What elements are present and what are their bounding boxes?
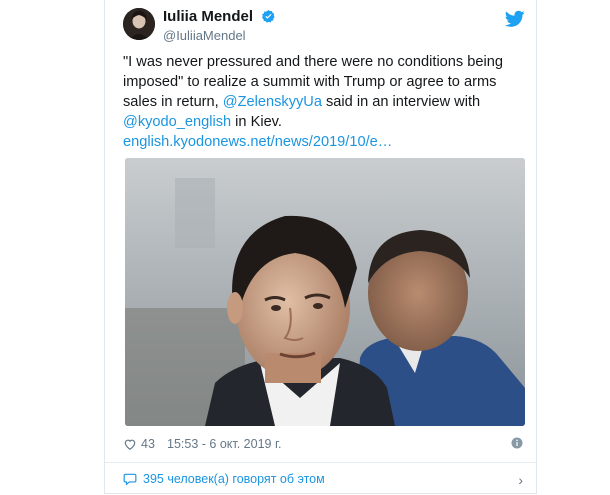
tweet-header: Iuliia Mendel @IuliiaMendel	[123, 8, 525, 44]
chevron-right-icon[interactable]: ›	[518, 472, 523, 488]
author-names[interactable]: Iuliia Mendel @IuliiaMendel	[163, 8, 276, 43]
tweet-text-part: in Kiev.	[231, 114, 282, 130]
people-talking-count[interactable]: 395 человек(а) говорят об этом	[143, 472, 325, 486]
divider	[105, 462, 536, 463]
twitter-bird-icon[interactable]	[505, 10, 525, 28]
tweet-text: "I was never pressured and there were no…	[123, 52, 528, 152]
like-count[interactable]: 43	[141, 437, 155, 451]
handle[interactable]: @IuliiaMendel	[163, 28, 276, 43]
article-link[interactable]: english.kyodonews.net/news/2019/10/e…	[123, 134, 392, 150]
tweet-photo[interactable]	[125, 158, 525, 426]
mention-kyodo-english[interactable]: @kyodo_english	[123, 114, 231, 130]
heart-icon[interactable]	[123, 437, 137, 451]
timestamp[interactable]: 15:53 - 6 окт. 2019 г.	[167, 437, 281, 451]
tweet-card[interactable]: Iuliia Mendel @IuliiaMendel "I was never…	[104, 0, 537, 494]
mention-zelenskyyua[interactable]: @ZelenskyyUa	[223, 94, 322, 110]
conversation-link[interactable]: 395 человек(а) говорят об этом ›	[123, 472, 523, 488]
tweet-text-part: said in an interview with	[321, 94, 481, 110]
verified-badge-icon	[262, 10, 276, 23]
speech-bubble-icon	[123, 473, 137, 486]
tweet-meta: 43 15:53 - 6 окт. 2019 г.	[123, 437, 523, 453]
display-name[interactable]: Iuliia Mendel	[163, 8, 253, 25]
avatar[interactable]	[123, 8, 155, 40]
info-icon[interactable]	[511, 437, 523, 449]
